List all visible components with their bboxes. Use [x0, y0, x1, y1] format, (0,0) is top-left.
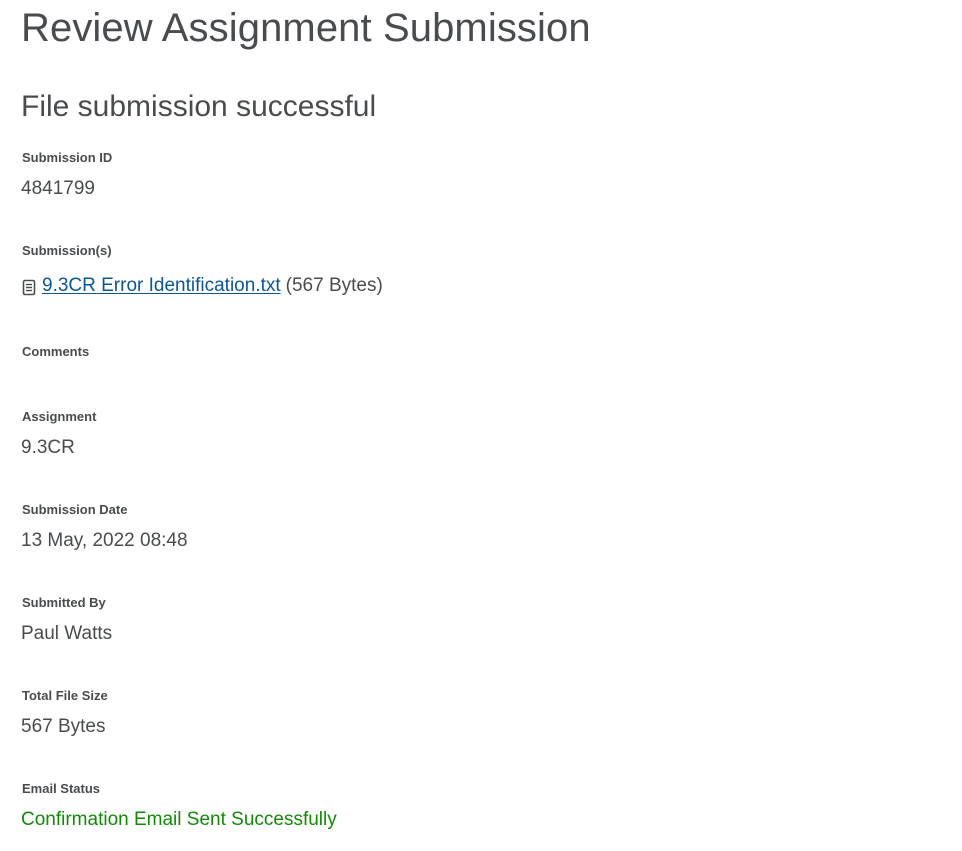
submitted-file-link[interactable]: 9.3CR Error Identification.txt: [42, 274, 281, 298]
submitted-by-value: Paul Watts: [21, 623, 113, 644]
submission-id-label: Submission ID: [22, 150, 113, 165]
submitted-file-size: (567 Bytes): [285, 275, 383, 296]
submitted-file-row: 9.3CR Error Identification.txt (567 Byte…: [21, 274, 383, 298]
email-status-label: Email Status: [22, 781, 101, 796]
comments-label: Comments: [22, 344, 90, 359]
page-title: Review Assignment Submission: [21, 6, 591, 50]
total-file-size-label: Total File Size: [22, 688, 108, 703]
submissions-label: Submission(s): [22, 243, 112, 258]
assignment-label: Assignment: [22, 409, 97, 424]
submission-date-label: Submission Date: [22, 502, 128, 517]
submitted-by-label: Submitted By: [22, 595, 106, 610]
submission-status-heading: File submission successful: [21, 90, 377, 123]
submission-date-value: 13 May, 2022 08:48: [21, 530, 188, 551]
email-status-value: Confirmation Email Sent Successfully: [21, 809, 337, 830]
total-file-size-value: 567 Bytes: [21, 716, 106, 737]
submission-id-value: 4841799: [21, 178, 95, 199]
document-icon: [21, 278, 37, 296]
assignment-value: 9.3CR: [21, 437, 75, 458]
